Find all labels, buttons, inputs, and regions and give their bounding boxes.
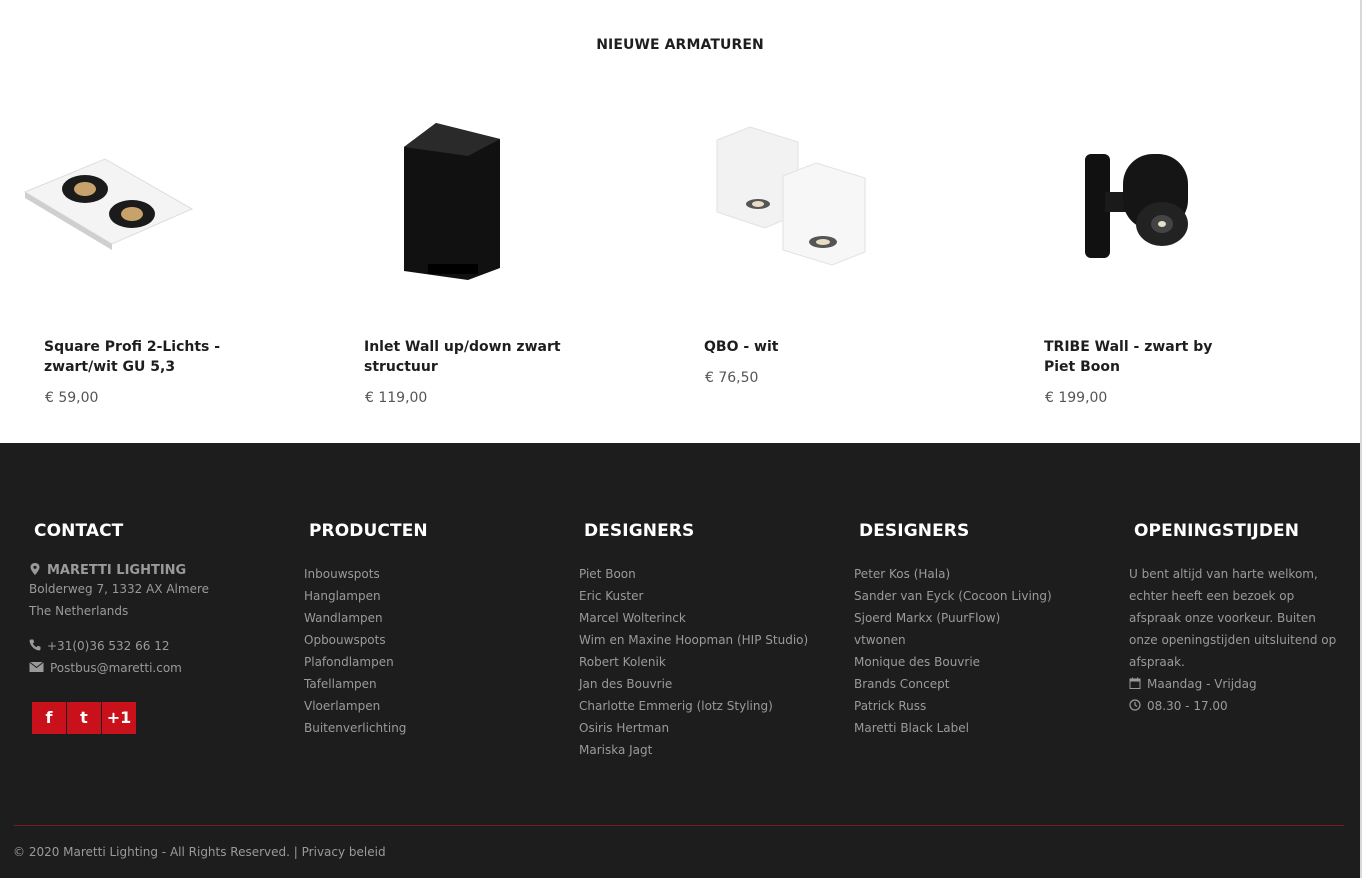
footer-designers-1: DESIGNERS Piet Boon Eric Kuster Marcel W… xyxy=(579,521,808,761)
producten-link[interactable]: Vloerlampen xyxy=(304,695,428,717)
producten-link[interactable]: Plafondlampen xyxy=(304,651,428,673)
company-label: MARETTI LIGHTING xyxy=(47,563,187,578)
opening-days: Maandag - Vrijdag xyxy=(1147,677,1257,691)
product-image[interactable] xyxy=(680,72,950,330)
designer-link[interactable]: Jan des Bouvrie xyxy=(579,673,808,695)
phone-icon xyxy=(29,639,41,651)
clock-icon xyxy=(1129,699,1141,711)
product-name[interactable]: Inlet Wall up/down zwart structuur xyxy=(364,337,564,377)
footer-designers-2: DESIGNERS Peter Kos (Hala) Sander van Ey… xyxy=(854,521,1052,739)
designer-link[interactable]: Osiris Hertman xyxy=(579,717,808,739)
address: Bolderweg 7, 1332 AX Almere xyxy=(29,582,209,596)
designers-list: Piet Boon Eric Kuster Marcel Wolterinck … xyxy=(579,563,808,761)
product-card[interactable]: Square Profi 2-Lichts - zwart/wit GU 5,3… xyxy=(20,72,320,422)
phone-number[interactable]: +31(0)36 532 66 12 xyxy=(47,639,169,653)
social-links: f t +1 xyxy=(32,702,137,734)
designers-heading: DESIGNERS xyxy=(859,521,970,541)
designer-link[interactable]: Brands Concept xyxy=(854,673,1052,695)
footer-producten: PRODUCTEN Inbouwspots Hanglampen Wandlam… xyxy=(304,521,428,739)
product-price: € 59,00 xyxy=(45,390,99,406)
opening-hours: 08.30 - 17.00 xyxy=(1147,699,1228,713)
map-pin-icon xyxy=(30,563,40,575)
calendar-icon xyxy=(1129,677,1141,689)
producten-link[interactable]: Tafellampen xyxy=(304,673,428,695)
new-products-section: NIEUWE ARMATUREN Square Profi 2-Lichts -… xyxy=(0,0,1362,443)
producten-link[interactable]: Buitenverlichting xyxy=(304,717,428,739)
phone-row: +31(0)36 532 66 12 xyxy=(29,635,209,657)
designer-link[interactable]: vtwonen xyxy=(854,629,1052,651)
twitter-icon[interactable]: t xyxy=(67,702,101,734)
producten-link[interactable]: Inbouwspots xyxy=(304,563,428,585)
producten-link[interactable]: Wandlampen xyxy=(304,607,428,629)
product-price: € 76,50 xyxy=(705,370,759,386)
copyright-text: © 2020 Maretti Lighting - All Rights Res… xyxy=(13,845,290,859)
designer-link[interactable]: Robert Kolenik xyxy=(579,651,808,673)
product-image[interactable] xyxy=(340,72,610,330)
footer-openingstijden: OPENINGSTIJDEN U bent altijd van harte w… xyxy=(1129,521,1339,717)
google-plus-icon[interactable]: +1 xyxy=(102,702,136,734)
copyright: © 2020 Maretti Lighting - All Rights Res… xyxy=(13,845,386,859)
designer-link[interactable]: Charlotte Emmerig (lotz Styling) xyxy=(579,695,808,717)
product-price: € 119,00 xyxy=(365,390,428,406)
designer-link[interactable]: Mariska Jagt xyxy=(579,739,808,761)
product-card[interactable]: Inlet Wall up/down zwart structuur € 119… xyxy=(340,72,640,422)
opening-days-row: Maandag - Vrijdag xyxy=(1129,673,1339,695)
producten-link[interactable]: Hanglampen xyxy=(304,585,428,607)
product-price: € 199,00 xyxy=(1045,390,1108,406)
designer-link[interactable]: Marcel Wolterinck xyxy=(579,607,808,629)
designer-link[interactable]: Maretti Black Label xyxy=(854,717,1052,739)
mail-icon xyxy=(29,661,44,672)
designer-link[interactable]: Eric Kuster xyxy=(579,585,808,607)
email-link[interactable]: Postbus@maretti.com xyxy=(50,661,182,675)
footer-contact: CONTACT MARETTI LIGHTING Bolderweg 7, 13… xyxy=(29,521,209,679)
contact-heading: CONTACT xyxy=(34,521,124,541)
product-card[interactable]: TRIBE Wall - zwart by Piet Boon € 199,00 xyxy=(1020,72,1320,422)
designer-link[interactable]: Wim en Maxine Hoopman (HIP Studio) xyxy=(579,629,808,651)
producten-link[interactable]: Opbouwspots xyxy=(304,629,428,651)
footer-divider xyxy=(14,825,1344,826)
product-card[interactable]: QBO - wit € 76,50 xyxy=(680,72,980,422)
designers-list: Peter Kos (Hala) Sander van Eyck (Cocoon… xyxy=(854,563,1052,739)
email-row: Postbus@maretti.com xyxy=(29,657,209,679)
company-name: MARETTI LIGHTING xyxy=(29,563,209,578)
section-title: NIEUWE ARMATUREN xyxy=(596,37,764,53)
product-name[interactable]: Square Profi 2-Lichts - zwart/wit GU 5,3 xyxy=(44,337,244,377)
designer-link[interactable]: Peter Kos (Hala) xyxy=(854,563,1052,585)
designer-link[interactable]: Sjoerd Markx (PuurFlow) xyxy=(854,607,1052,629)
footer: CONTACT MARETTI LIGHTING Bolderweg 7, 13… xyxy=(0,443,1362,878)
openingstijden-heading: OPENINGSTIJDEN xyxy=(1134,521,1300,541)
product-image[interactable] xyxy=(1020,72,1290,330)
designer-link[interactable]: Sander van Eyck (Cocoon Living) xyxy=(854,585,1052,607)
opening-text: U bent altijd van harte welkom, echter h… xyxy=(1129,567,1337,669)
producten-heading: PRODUCTEN xyxy=(309,521,428,541)
product-name[interactable]: QBO - wit xyxy=(704,337,904,357)
opening-hours-row: 08.30 - 17.00 xyxy=(1129,695,1339,717)
facebook-icon[interactable]: f xyxy=(32,702,66,734)
privacy-link[interactable]: Privacy beleid xyxy=(302,845,386,859)
product-image[interactable] xyxy=(20,72,290,330)
producten-list: Inbouwspots Hanglampen Wandlampen Opbouw… xyxy=(304,563,428,739)
designer-link[interactable]: Patrick Russ xyxy=(854,695,1052,717)
product-name[interactable]: TRIBE Wall - zwart by Piet Boon xyxy=(1044,337,1244,377)
country: The Netherlands xyxy=(29,604,129,618)
designer-link[interactable]: Piet Boon xyxy=(579,563,808,585)
designers-heading: DESIGNERS xyxy=(584,521,695,541)
designer-link[interactable]: Monique des Bouvrie xyxy=(854,651,1052,673)
